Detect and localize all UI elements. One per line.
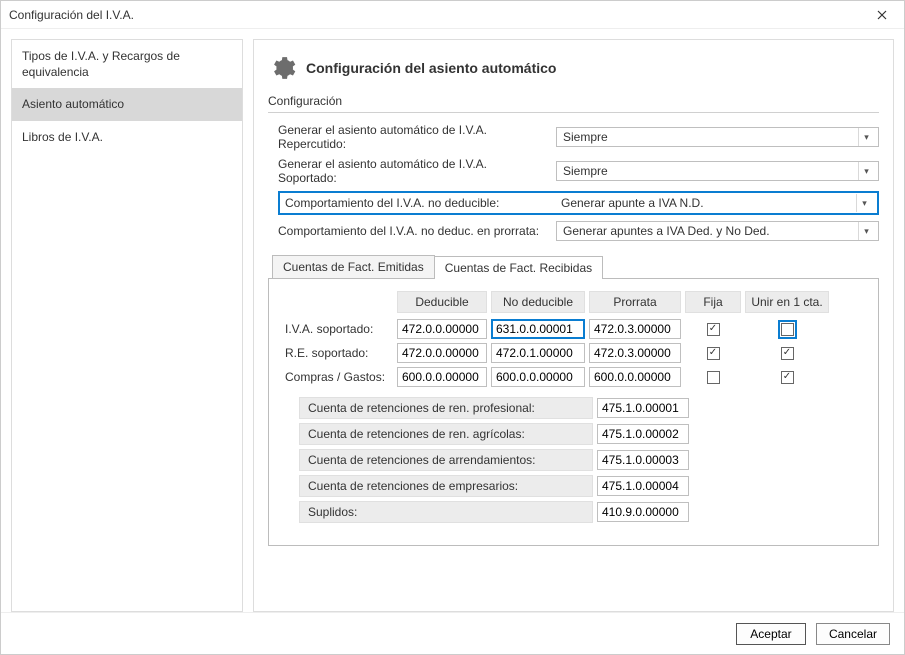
sidebar: Tipos de I.V.A. y Recargos de equivalenc… bbox=[11, 39, 243, 612]
sidebar-item-0[interactable]: Tipos de I.V.A. y Recargos de equivalenc… bbox=[12, 40, 242, 88]
retention-value-3[interactable] bbox=[597, 476, 689, 496]
config-row-1: Generar el asiento automático de I.V.A. … bbox=[278, 157, 879, 185]
retentions: Cuenta de retenciones de ren. profesiona… bbox=[299, 397, 864, 523]
sidebar-item-2[interactable]: Libros de I.V.A. bbox=[12, 121, 242, 153]
titlebar: Configuración del I.V.A. bbox=[1, 1, 904, 29]
tab-1[interactable]: Cuentas de Fact. Recibidas bbox=[434, 256, 603, 279]
config-label-3: Comportamiento del I.V.A. no deduc. en p… bbox=[278, 224, 548, 238]
grid-row-2: Compras / Gastos: ✓ bbox=[283, 367, 864, 387]
config-select-2[interactable]: Generar apunte a IVA N.D. ▾ bbox=[555, 194, 876, 212]
grid-header-0: Deducible bbox=[397, 291, 487, 313]
retention-value-4[interactable] bbox=[597, 502, 689, 522]
grid-header: DeducibleNo deducibleProrrataFijaUnir en… bbox=[283, 291, 864, 313]
chevron-down-icon: ▾ bbox=[856, 194, 872, 212]
retention-row-1: Cuenta de retenciones de ren. agrícolas: bbox=[299, 423, 864, 445]
grid-row-label-2: Compras / Gastos: bbox=[283, 370, 393, 384]
config-row-0: Generar el asiento automático de I.V.A. … bbox=[278, 123, 879, 151]
chk-unir-0[interactable] bbox=[781, 323, 794, 336]
retention-label-4: Suplidos: bbox=[299, 501, 593, 523]
config-form: Generar el asiento automático de I.V.A. … bbox=[268, 123, 879, 241]
cell-nodeducible-0[interactable] bbox=[491, 319, 585, 339]
retention-value-0[interactable] bbox=[597, 398, 689, 418]
cell-deducible-1[interactable] bbox=[397, 343, 487, 363]
config-label-1: Generar el asiento automático de I.V.A. … bbox=[278, 157, 548, 185]
grid-row-0: I.V.A. soportado: ✓ bbox=[283, 319, 864, 339]
footer: Aceptar Cancelar bbox=[1, 612, 904, 654]
close-button[interactable] bbox=[868, 1, 896, 29]
retention-value-1[interactable] bbox=[597, 424, 689, 444]
retention-label-2: Cuenta de retenciones de arrendamientos: bbox=[299, 449, 593, 471]
config-row-3: Comportamiento del I.V.A. no deduc. en p… bbox=[278, 221, 879, 241]
retention-row-3: Cuenta de retenciones de empresarios: bbox=[299, 475, 864, 497]
page-title: Configuración del asiento automático bbox=[306, 60, 556, 76]
grid-row-1: R.E. soportado: ✓ ✓ bbox=[283, 343, 864, 363]
retention-label-1: Cuenta de retenciones de ren. agrícolas: bbox=[299, 423, 593, 445]
cell-nodeducible-2[interactable] bbox=[491, 367, 585, 387]
retention-row-2: Cuenta de retenciones de arrendamientos: bbox=[299, 449, 864, 471]
retention-label-3: Cuenta de retenciones de empresarios: bbox=[299, 475, 593, 497]
cell-nodeducible-1[interactable] bbox=[491, 343, 585, 363]
window: Configuración del I.V.A. Tipos de I.V.A.… bbox=[0, 0, 905, 655]
cell-deducible-2[interactable] bbox=[397, 367, 487, 387]
grid-body: I.V.A. soportado:✓R.E. soportado:✓✓Compr… bbox=[283, 319, 864, 387]
retention-row-4: Suplidos: bbox=[299, 501, 864, 523]
config-label-0: Generar el asiento automático de I.V.A. … bbox=[278, 123, 548, 151]
config-select-value-1: Siempre bbox=[563, 164, 608, 178]
chevron-down-icon: ▾ bbox=[858, 222, 874, 240]
chk-unir-1[interactable]: ✓ bbox=[781, 347, 794, 360]
config-select-value-2: Generar apunte a IVA N.D. bbox=[561, 196, 704, 210]
tab-panel: DeducibleNo deducibleProrrataFijaUnir en… bbox=[268, 278, 879, 546]
content: Configuración del asiento automático Con… bbox=[253, 39, 894, 612]
cell-prorrata-0[interactable] bbox=[589, 319, 681, 339]
grid-row-label-0: I.V.A. soportado: bbox=[283, 322, 393, 336]
config-row-2: Comportamiento del I.V.A. no deducible: G… bbox=[278, 191, 879, 215]
config-select-3[interactable]: Generar apuntes a IVA Ded. y No Ded. ▾ bbox=[556, 221, 879, 241]
grid-header-4: Unir en 1 cta. bbox=[745, 291, 829, 313]
retention-label-0: Cuenta de retenciones de ren. profesiona… bbox=[299, 397, 593, 419]
window-title: Configuración del I.V.A. bbox=[9, 8, 868, 22]
grid-row-label-1: R.E. soportado: bbox=[283, 346, 393, 360]
content-header: Configuración del asiento automático bbox=[268, 54, 879, 82]
config-label-2: Comportamiento del I.V.A. no deducible: bbox=[281, 196, 547, 210]
chevron-down-icon: ▾ bbox=[858, 128, 874, 146]
chk-fija-0[interactable]: ✓ bbox=[707, 323, 720, 336]
tab-0[interactable]: Cuentas de Fact. Emitidas bbox=[272, 255, 435, 278]
grid-header-3: Fija bbox=[685, 291, 741, 313]
tabs: Cuentas de Fact. EmitidasCuentas de Fact… bbox=[268, 255, 879, 278]
chk-fija-2[interactable] bbox=[707, 371, 720, 384]
cancel-button[interactable]: Cancelar bbox=[816, 623, 890, 645]
chk-fija-1[interactable]: ✓ bbox=[707, 347, 720, 360]
close-icon bbox=[877, 10, 887, 20]
cell-deducible-0[interactable] bbox=[397, 319, 487, 339]
chevron-down-icon: ▾ bbox=[858, 162, 874, 180]
accept-button[interactable]: Aceptar bbox=[736, 623, 806, 645]
retention-row-0: Cuenta de retenciones de ren. profesiona… bbox=[299, 397, 864, 419]
gear-icon bbox=[268, 54, 296, 82]
cell-prorrata-1[interactable] bbox=[589, 343, 681, 363]
sidebar-item-1[interactable]: Asiento automático bbox=[12, 88, 242, 120]
cell-prorrata-2[interactable] bbox=[589, 367, 681, 387]
config-select-1[interactable]: Siempre ▾ bbox=[556, 161, 879, 181]
config-select-value-3: Generar apuntes a IVA Ded. y No Ded. bbox=[563, 224, 770, 238]
chk-unir-2[interactable]: ✓ bbox=[781, 371, 794, 384]
grid-header-1: No deducible bbox=[491, 291, 585, 313]
section-title: Configuración bbox=[268, 94, 879, 113]
body: Tipos de I.V.A. y Recargos de equivalenc… bbox=[1, 29, 904, 612]
retention-value-2[interactable] bbox=[597, 450, 689, 470]
config-select-value-0: Siempre bbox=[563, 130, 608, 144]
grid-header-2: Prorrata bbox=[589, 291, 681, 313]
config-select-0[interactable]: Siempre ▾ bbox=[556, 127, 879, 147]
